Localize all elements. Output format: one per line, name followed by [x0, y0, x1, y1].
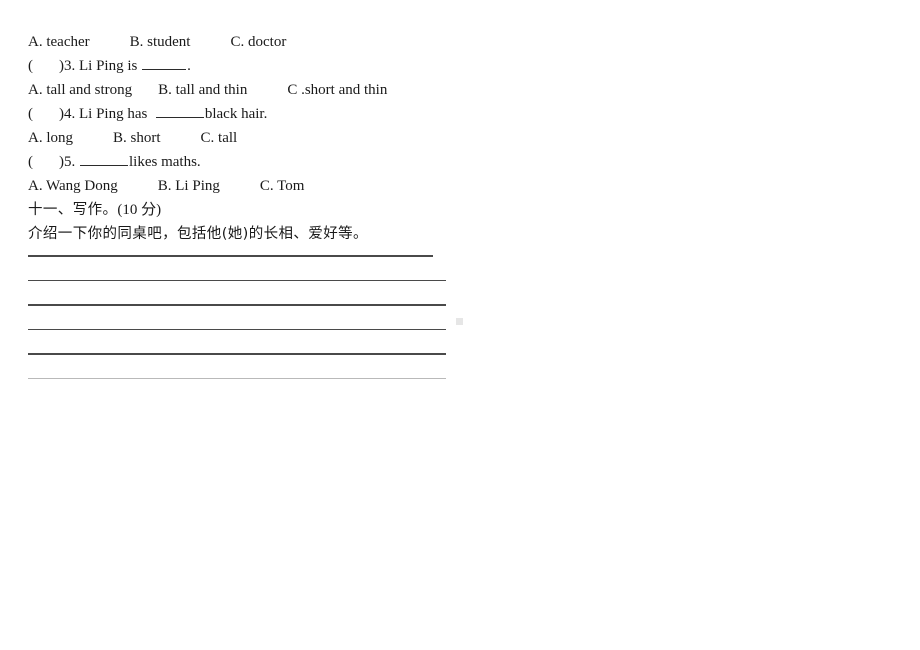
option-b: B. Li Ping	[157, 178, 220, 194]
option-row: A. tall and strong B. tall and thin C .sho…	[28, 78, 628, 102]
writing-heading-score: (10 分)	[117, 202, 162, 218]
option-row: A. long B. short C. tall	[28, 126, 628, 150]
answer-bracket-open: (	[28, 154, 33, 170]
question-stem-5: ()5. likes maths.	[28, 150, 628, 174]
answer-line[interactable]	[28, 255, 433, 257]
option-a: A. teacher	[28, 34, 90, 50]
question-stem-3: ()3. Li Ping is .	[28, 54, 628, 78]
option-c: C. doctor	[230, 34, 287, 50]
question-text-tail: .	[187, 58, 191, 74]
option-c: C .short and thin	[287, 82, 388, 98]
question-content: A. teacher B. student C. doctor ()3. Li Pi…	[28, 30, 628, 246]
fill-blank-5[interactable]	[80, 152, 128, 166]
option-b: B. student	[129, 34, 191, 50]
option-a: A. long	[28, 130, 73, 146]
option-b: B. tall and thin	[158, 82, 248, 98]
writing-section-heading: 十一、写作。(10 分)	[28, 198, 628, 222]
question-number: 5.	[64, 154, 76, 170]
fill-blank-4[interactable]	[155, 104, 204, 118]
writing-prompt: 介绍一下你的同桌吧，包括他(她)的长相、爱好等。	[28, 226, 368, 242]
option-a: A. tall and strong	[28, 82, 133, 98]
question-text: Li Ping is	[75, 58, 142, 74]
question-number: 3.	[64, 58, 76, 74]
answer-line[interactable]	[28, 279, 446, 281]
page-marker-icon	[456, 318, 463, 325]
option-b: B. short	[113, 130, 161, 146]
answer-line[interactable]	[28, 304, 446, 306]
option-row: A. Wang Dong B. Li Ping C. Tom	[28, 174, 628, 198]
question-text-tail: likes maths.	[129, 154, 201, 170]
answer-bracket-open: (	[28, 58, 33, 74]
answer-bracket-open: (	[28, 106, 33, 122]
exam-page: A. teacher B. student C. doctor ()3. Li Pi…	[0, 0, 920, 650]
writing-heading-text: 十一、写作。	[28, 202, 118, 218]
answer-line[interactable]	[28, 353, 446, 355]
writing-answer-lines	[28, 255, 458, 402]
option-row: A. teacher B. student C. doctor	[28, 30, 628, 54]
answer-line[interactable]	[28, 377, 446, 379]
fill-blank-3[interactable]	[142, 56, 187, 70]
question-text: Li Ping has	[75, 106, 155, 122]
option-c: C. tall	[200, 130, 238, 146]
answer-line[interactable]	[28, 328, 446, 330]
question-text-tail: black hair.	[204, 106, 268, 122]
option-c: C. Tom	[259, 178, 305, 194]
option-a: A. Wang Dong	[28, 178, 118, 194]
question-number: 4.	[64, 106, 76, 122]
question-stem-4: ()4. Li Ping has black hair.	[28, 102, 628, 126]
question-text	[75, 154, 79, 170]
